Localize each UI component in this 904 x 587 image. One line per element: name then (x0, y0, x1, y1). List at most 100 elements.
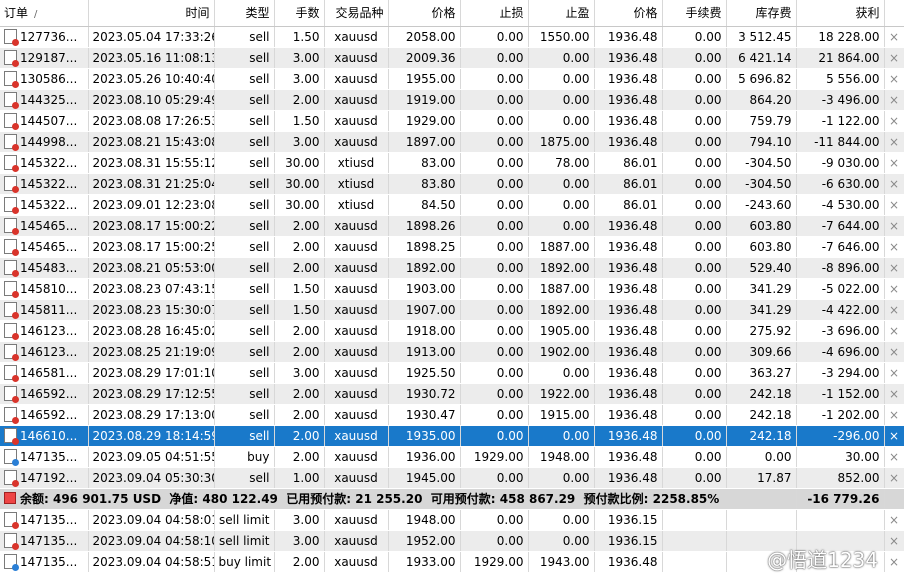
close-icon[interactable]: × (884, 362, 904, 384)
commission-cell: 0.00 (662, 68, 727, 90)
table-row[interactable]: 147135... 2023.09.04 04:58:51 buy limit 2.0… (0, 551, 904, 573)
col-close (884, 0, 904, 27)
close-icon[interactable]: × (884, 341, 904, 363)
col-profit[interactable]: 获利 (796, 0, 885, 27)
close-icon[interactable]: × (884, 530, 904, 552)
current-price-cell: 1936.48 (594, 68, 663, 90)
close-icon[interactable]: × (884, 467, 904, 489)
commission-cell: 0.00 (662, 362, 727, 384)
account-summary-text: 余额: 496 901.75 USD 净值: 480 122.49 已用预付款:… (20, 492, 720, 506)
table-row[interactable]: 129187... 2023.05.16 11:08:13 sell 3.00 xauu… (0, 47, 904, 69)
order-id: 127736... (20, 30, 78, 44)
close-icon[interactable]: × (884, 404, 904, 426)
sell-order-icon (4, 470, 19, 487)
symbol-cell: xauusd (324, 404, 389, 426)
type-cell: sell (214, 236, 275, 258)
col-type[interactable]: 类型 (214, 0, 275, 27)
col-price[interactable]: 价格 (388, 0, 461, 27)
table-row[interactable]: 127736... 2023.05.04 17:33:26 sell 1.50 xauu… (0, 26, 904, 48)
table-row[interactable]: 144507... 2023.08.08 17:26:53 sell 1.50 xauu… (0, 110, 904, 132)
type-cell: sell (214, 404, 275, 426)
table-row[interactable]: 146123... 2023.08.28 16:45:02 sell 2.00 xauu… (0, 320, 904, 342)
sell-order-icon (4, 344, 19, 361)
close-icon[interactable]: × (884, 509, 904, 531)
table-row[interactable]: 146123... 2023.08.25 21:19:09 sell 2.00 xauu… (0, 341, 904, 363)
close-icon[interactable]: × (884, 194, 904, 216)
symbol-cell: xauusd (324, 299, 389, 321)
sell-order-icon (4, 155, 19, 172)
close-icon[interactable]: × (884, 320, 904, 342)
current-price-cell: 1936.48 (594, 110, 663, 132)
table-row[interactable]: 146610... 2023.08.29 18:14:59 sell 2.00 xauu… (0, 425, 904, 447)
stop-loss-cell: 0.00 (460, 47, 529, 69)
total-profit: -16 779.26 (796, 488, 885, 510)
close-icon[interactable]: × (884, 425, 904, 447)
table-row[interactable]: 145322... 2023.08.31 21:25:04 sell 30.00 xti… (0, 173, 904, 195)
type-cell: sell (214, 215, 275, 237)
close-icon[interactable]: × (884, 299, 904, 321)
table-row[interactable]: 144998... 2023.08.21 15:43:08 sell 3.00 xauu… (0, 131, 904, 153)
order-cell: 130586... (0, 68, 89, 90)
col-order[interactable]: 订单 / (0, 0, 89, 27)
close-icon[interactable]: × (884, 236, 904, 258)
type-cell: sell limit (214, 509, 275, 531)
price-cell: 1913.00 (388, 341, 461, 363)
col-lots[interactable]: 手数 (274, 0, 325, 27)
close-icon[interactable]: × (884, 383, 904, 405)
col-commission[interactable]: 手续费 (662, 0, 727, 27)
close-icon[interactable]: × (884, 257, 904, 279)
table-row[interactable]: 147135... 2023.09.04 04:58:01 sell limit 3.… (0, 509, 904, 531)
col-stop-loss[interactable]: 止损 (460, 0, 529, 27)
col-take-profit[interactable]: 止盈 (528, 0, 595, 27)
close-icon[interactable]: × (884, 551, 904, 573)
close-icon[interactable]: × (884, 89, 904, 111)
symbol-cell: xauusd (324, 509, 389, 531)
time-cell: 2023.05.04 17:33:26 (88, 26, 215, 48)
order-cell: 144998... (0, 131, 89, 153)
take-profit-cell: 0.00 (528, 68, 595, 90)
current-price-cell: 1936.48 (594, 299, 663, 321)
table-row[interactable]: 145465... 2023.08.17 15:00:25 sell 2.00 xauu… (0, 236, 904, 258)
current-price-cell: 1936.48 (594, 257, 663, 279)
table-row[interactable]: 145810... 2023.08.23 07:43:15 sell 1.50 xauu… (0, 278, 904, 300)
lots-cell: 2.00 (274, 383, 325, 405)
current-price-cell: 86.01 (594, 152, 663, 174)
close-icon[interactable]: × (884, 47, 904, 69)
table-row[interactable]: 147192... 2023.09.04 05:30:30 sell 1.00 xauu… (0, 467, 904, 489)
close-icon[interactable]: × (884, 446, 904, 468)
col-current-price[interactable]: 价格 (594, 0, 663, 27)
table-row[interactable]: 145322... 2023.08.31 15:55:12 sell 30.00 xti… (0, 152, 904, 174)
type-cell: sell (214, 68, 275, 90)
close-icon[interactable]: × (884, 26, 904, 48)
table-row[interactable]: 147135... 2023.09.05 04:51:55 buy 2.00 xauus… (0, 446, 904, 468)
col-swap[interactable]: 库存费 (726, 0, 797, 27)
table-row[interactable]: 146581... 2023.08.29 17:01:10 sell 3.00 xauu… (0, 362, 904, 384)
close-icon[interactable]: × (884, 152, 904, 174)
close-icon[interactable]: × (884, 68, 904, 90)
close-icon[interactable]: × (884, 215, 904, 237)
close-icon[interactable]: × (884, 173, 904, 195)
col-symbol[interactable]: 交易品种 (324, 0, 389, 27)
table-row[interactable]: 145465... 2023.08.17 15:00:22 sell 2.00 xauu… (0, 215, 904, 237)
order-id: 129187... (20, 51, 78, 65)
close-icon[interactable]: × (884, 278, 904, 300)
close-icon[interactable]: × (884, 110, 904, 132)
table-row[interactable]: 144325... 2023.08.10 05:29:49 sell 2.00 xauu… (0, 89, 904, 111)
commission-cell: 0.00 (662, 341, 727, 363)
table-row[interactable]: 130586... 2023.05.26 10:40:40 sell 3.00 xauu… (0, 68, 904, 90)
table-row[interactable]: 146592... 2023.08.29 17:13:00 sell 2.00 xauu… (0, 404, 904, 426)
table-row[interactable]: 145322... 2023.09.01 12:23:08 sell 30.00 xti… (0, 194, 904, 216)
profit-cell: -296.00 (796, 425, 885, 447)
lots-cell: 2.00 (274, 215, 325, 237)
table-row[interactable]: 145811... 2023.08.23 15:30:07 sell 1.50 xauu… (0, 299, 904, 321)
table-row[interactable]: 145483... 2023.08.21 05:53:00 sell 2.00 xauu… (0, 257, 904, 279)
symbol-cell: xauusd (324, 110, 389, 132)
symbol-cell: xtiusd (324, 173, 389, 195)
table-row[interactable]: 146592... 2023.08.29 17:12:55 sell 2.00 xauu… (0, 383, 904, 405)
close-icon[interactable]: × (884, 131, 904, 153)
table-row[interactable]: 147135... 2023.09.04 04:58:10 sell limit 3.… (0, 530, 904, 552)
col-time[interactable]: 时间 (88, 0, 215, 27)
type-cell: sell (214, 383, 275, 405)
price-cell: 1919.00 (388, 89, 461, 111)
stop-loss-cell: 0.00 (460, 404, 529, 426)
